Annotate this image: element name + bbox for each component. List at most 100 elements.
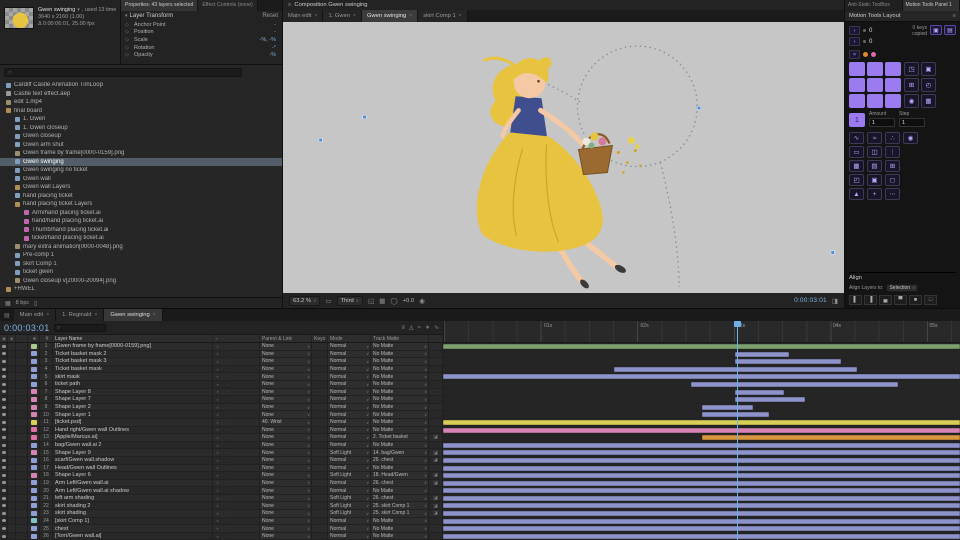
project-item[interactable]: Gwen arm shut <box>0 141 282 150</box>
parent-link-dropdown[interactable]: None ∨ <box>260 388 312 397</box>
track-matte-dropdown[interactable]: No Matte ∨ <box>371 365 429 374</box>
transparency-grid-icon[interactable]: ▦ <box>379 297 385 305</box>
close-icon[interactable]: × <box>315 13 318 19</box>
matte-toggle-icon[interactable]: ◪ <box>433 510 437 516</box>
audio-cell[interactable] <box>8 388 16 397</box>
timeline-layer-row[interactable]: 20 Arm Left/Gwen wall.ai shadow ∗ ◦ None… <box>0 487 960 495</box>
blend-mode-dropdown[interactable]: Normal ∨ <box>328 373 371 381</box>
timeline-layer-row[interactable]: 26 [Torri/Gwen wall.ai] ∗ ◦ None ∨ Normal… <box>0 532 960 540</box>
layer-track[interactable] <box>443 532 960 540</box>
parent-link-dropdown[interactable]: None ∨ <box>260 358 312 366</box>
panel-menu-icon[interactable]: ≡ <box>288 2 291 8</box>
layer-track[interactable] <box>443 510 960 518</box>
layer-track[interactable] <box>443 365 960 374</box>
project-item[interactable]: Gwen closeup <box>0 132 282 141</box>
label-swatch[interactable] <box>30 472 37 478</box>
layer-switches[interactable]: ∗ ◦ <box>213 456 260 465</box>
project-item[interactable]: Gwen swinging <box>0 157 282 166</box>
blend-mode-dropdown[interactable]: Normal ∨ <box>328 426 371 435</box>
layer-track[interactable] <box>443 380 960 389</box>
tool-icon-button[interactable]: ⋯ <box>885 188 900 200</box>
eye-icon[interactable] <box>1 375 6 379</box>
track-matte-dropdown[interactable]: No Matte ∨ <box>371 517 429 526</box>
audio-cell[interactable] <box>8 479 16 488</box>
blend-mode-dropdown[interactable]: Normal ∨ <box>328 411 371 419</box>
layer-name[interactable]: Arm Left/Gwen wall.ai <box>53 479 213 488</box>
label-swatch[interactable] <box>30 526 37 532</box>
tool-icon-button[interactable]: ▦ <box>921 94 936 108</box>
layer-duration-bar[interactable] <box>701 404 754 410</box>
keys-cell[interactable] <box>312 403 328 412</box>
layer-track[interactable] <box>443 517 960 526</box>
timeline-layer-row[interactable]: 14 bag/Gwen wall.ai 2 ∗ ◦ None ∨ Normal ∨ … <box>0 441 960 450</box>
blend-mode-dropdown[interactable]: Normal ∨ <box>328 380 371 389</box>
track-matte-dropdown[interactable]: 18. Head/Gwen ∨ <box>371 472 429 480</box>
viewer-tab[interactable]: skirt Comp 1 × <box>418 10 468 22</box>
tool-icon-button[interactable]: ▤ <box>867 160 882 172</box>
motion-tool-button-1[interactable] <box>849 62 865 76</box>
track-matte-dropdown[interactable]: No Matte ∨ <box>371 411 429 419</box>
lock-cell[interactable] <box>16 403 28 412</box>
layer-name[interactable]: Shape Layer 7 <box>53 396 213 404</box>
lock-cell[interactable] <box>16 456 28 465</box>
audio-cell[interactable] <box>8 343 16 351</box>
property-row[interactable]: ◇ Opacity -% <box>121 51 282 59</box>
layer-name[interactable]: Ticket basket mask 2 <box>53 350 213 359</box>
timeline-layer-row[interactable]: 23 skirt shading ∗ ◦ None ∨ Soft Light ∨ 2… <box>0 510 960 518</box>
project-item[interactable]: ticket gwen <box>0 268 282 277</box>
audio-cell[interactable] <box>8 358 16 366</box>
tool-icon-button[interactable]: ∴ <box>885 132 900 144</box>
motion-tool-button-8[interactable] <box>867 94 883 108</box>
label-swatch[interactable] <box>30 442 37 448</box>
audio-cell[interactable] <box>8 441 16 450</box>
keys-cell[interactable] <box>312 411 328 419</box>
motion-blur-icon[interactable]: ∗ <box>425 324 430 331</box>
blend-mode-dropdown[interactable]: Normal ∨ <box>328 388 371 397</box>
property-row[interactable]: ◇ Rotation -° <box>121 44 282 52</box>
layer-track[interactable] <box>443 456 960 465</box>
eye-icon[interactable] <box>1 367 6 371</box>
region-of-interest-icon[interactable]: ◱ <box>368 297 374 305</box>
keys-cell[interactable] <box>312 418 328 427</box>
layer-name[interactable]: bag/Gwen wall.ai 2 <box>53 441 213 450</box>
layer-switches[interactable]: ∗ ◦ <box>213 464 260 473</box>
timeline-layer-row[interactable]: 12 Hand right/Gwen wall Outlines ∗ ◦ Non… <box>0 426 960 435</box>
eye-icon[interactable] <box>1 344 6 348</box>
project-item[interactable]: Gwen frame by frame[0000-0159].png <box>0 149 282 158</box>
track-matte-dropdown[interactable]: No Matte ∨ <box>371 396 429 404</box>
keys-cell[interactable] <box>312 456 328 465</box>
project-item[interactable]: ticket/hand placing ticket.ai <box>0 234 282 243</box>
keys-cell[interactable] <box>312 426 328 435</box>
lock-cell[interactable] <box>16 426 28 435</box>
layer-track[interactable] <box>443 373 960 381</box>
layer-track[interactable] <box>443 464 960 473</box>
layer-duration-bar[interactable] <box>443 457 960 463</box>
layer-name[interactable]: [Torri/Gwen wall.ai] <box>53 532 213 540</box>
motion-tool-button-5[interactable] <box>867 78 883 92</box>
property-value[interactable]: -% <box>269 52 276 58</box>
track-matte-dropdown[interactable]: No Matte ∨ <box>371 441 429 450</box>
lock-cell[interactable] <box>16 380 28 389</box>
parent-link-dropdown[interactable]: None ∨ <box>260 479 312 488</box>
timeline-tab[interactable]: Gwen swinging × <box>104 309 163 321</box>
snapshot-icon[interactable]: ◨ <box>832 297 838 305</box>
project-item[interactable]: Gwen closeup v[20000-20094].png <box>0 277 282 286</box>
track-matte-dropdown[interactable]: 25. skirt Comp 1 ∨ <box>371 510 429 518</box>
lock-cell[interactable] <box>16 411 28 419</box>
tool-icon-button[interactable]: ◉ <box>904 94 919 108</box>
timeline-layer-row[interactable]: 9 Shape Layer 2 ∗ ◦ None ∨ Normal ∨ No Mat… <box>0 403 960 412</box>
tool-icon-button[interactable]: ▲ <box>849 188 864 200</box>
layer-duration-bar[interactable] <box>443 465 960 471</box>
lock-cell[interactable] <box>16 479 28 488</box>
parent-link-dropdown[interactable]: None ∨ <box>260 343 312 351</box>
parent-link-dropdown[interactable]: None ∨ <box>260 403 312 412</box>
safe-areas-icon[interactable]: ▭ <box>325 297 331 305</box>
label-swatch[interactable] <box>30 503 37 509</box>
track-matte-dropdown[interactable]: 25. skirt Comp 1 ∨ <box>371 502 429 511</box>
parent-link-dropdown[interactable]: None ∨ <box>260 510 312 518</box>
time-ruler[interactable]: 01s 02s 03s 04s 05s <box>443 321 960 343</box>
eye-icon[interactable] <box>1 413 6 417</box>
layer-switches[interactable]: ∗ ◦ <box>213 525 260 533</box>
project-item[interactable]: edit 1.mp4 <box>0 98 282 107</box>
eye-icon[interactable] <box>1 473 6 477</box>
